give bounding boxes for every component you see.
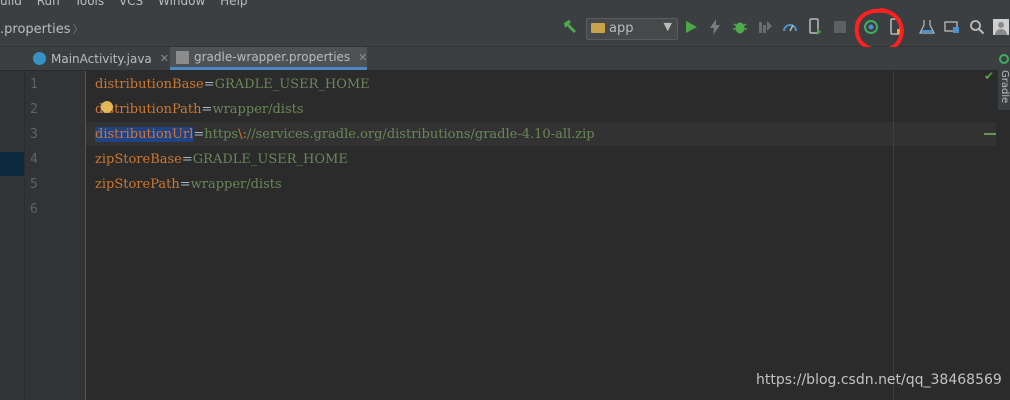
property-value: GRADLE_USER_HOME [192, 152, 348, 167]
watermark: https://blog.csdn.net/qq_38468569 [756, 372, 1002, 388]
inspection-ok-icon[interactable]: ✔ [984, 69, 994, 83]
code-line[interactable]: zipStoreBase=GRADLE_USER_HOME [95, 152, 348, 167]
tab-main-activity[interactable]: MainActivity.java ✕ [27, 47, 169, 70]
project-tree-selection[interactable] [0, 152, 24, 176]
properties-file-icon [176, 50, 189, 64]
escape-sequence: \: [238, 127, 247, 142]
project-structure-icon[interactable] [943, 18, 961, 36]
line-number: 6 [30, 202, 38, 217]
lightbulb-icon[interactable] [101, 101, 113, 113]
property-key-selected: distributionUrl [95, 127, 194, 142]
gradle-tool-window-tab[interactable]: Gradle [998, 50, 1010, 110]
profile-icon[interactable] [781, 18, 799, 36]
property-value: //services.gradle.org/distributions/grad… [246, 127, 595, 142]
property-key: distributionBase [95, 77, 204, 92]
apply-changes-icon[interactable] [706, 18, 724, 36]
code-line[interactable]: distributionUrl=https\://services.gradle… [95, 127, 595, 142]
menu-help[interactable]: Help [220, 0, 247, 8]
equals-sign: = [203, 77, 215, 92]
equals-sign: = [181, 152, 193, 167]
property-key: zipStoreBase [95, 152, 182, 167]
error-stripe [996, 71, 1010, 400]
build-hammer-icon[interactable] [561, 18, 579, 36]
gradle-tab-label: Gradle [999, 70, 1010, 104]
menu-run[interactable]: Run [37, 0, 60, 8]
property-value: wrapper/dists [212, 102, 304, 117]
project-panel [0, 71, 25, 400]
line-number: 3 [30, 127, 38, 142]
equals-sign: = [179, 177, 191, 192]
run-config-folder-icon [591, 23, 605, 33]
chevron-down-icon: ▼ [663, 20, 672, 33]
editor-tab-strip: ▤ MainActivity.java ✕ gradle-wrapper.pro… [0, 47, 1010, 112]
tab-label: gradle-wrapper.properties [194, 50, 351, 64]
debug-icon[interactable] [731, 18, 749, 36]
change-marker[interactable] [984, 133, 996, 135]
breadcrumb-separator: 〉 [72, 23, 84, 36]
coverage-icon[interactable] [756, 18, 774, 36]
equals-sign: = [193, 127, 205, 142]
property-value: https [204, 127, 239, 142]
property-value: GRADLE_USER_HOME [214, 77, 370, 92]
run-config-value: app [609, 21, 634, 36]
close-icon[interactable]: ✕ [358, 51, 367, 64]
property-key: zipStorePath [95, 177, 180, 192]
tab-label: MainActivity.java [51, 51, 152, 66]
stop-icon[interactable] [831, 18, 849, 36]
menu-window[interactable]: Window [158, 0, 205, 8]
right-margin-guide [893, 71, 894, 400]
breadcrumb[interactable]: .properties 〉 [0, 21, 83, 37]
code-line[interactable]: distributionPath=wrapper/dists [95, 102, 304, 117]
property-value: wrapper/dists [190, 177, 282, 192]
line-number: 4 [30, 152, 38, 167]
attach-debugger-icon[interactable] [806, 18, 824, 36]
editor-gutter [25, 71, 86, 400]
search-icon[interactable] [968, 18, 986, 36]
sdk-manager-icon[interactable] [918, 18, 936, 36]
menu-build[interactable]: uild [0, 0, 22, 8]
line-number: 2 [30, 102, 38, 117]
user-avatar-icon[interactable] [992, 18, 1010, 36]
gradle-icon [999, 54, 1009, 64]
code-line[interactable]: zipStorePath=wrapper/dists [95, 177, 282, 192]
line-number: 5 [30, 177, 38, 192]
line-number: 1 [30, 77, 38, 92]
menu-tools[interactable]: Tools [75, 0, 105, 8]
class-c-icon [33, 52, 46, 65]
equals-sign: = [201, 102, 213, 117]
run-icon[interactable] [682, 18, 700, 36]
code-editor[interactable] [86, 71, 996, 400]
tab-gradle-wrapper-properties[interactable]: gradle-wrapper.properties ✕ [170, 47, 368, 70]
close-icon[interactable]: ✕ [160, 52, 169, 65]
menu-vcs[interactable]: VCS [119, 0, 143, 8]
code-line[interactable]: distributionBase=GRADLE_USER_HOME [95, 77, 370, 92]
breadcrumb-file[interactable]: .properties [0, 22, 70, 37]
run-config-select[interactable]: app ▼ [586, 18, 678, 40]
